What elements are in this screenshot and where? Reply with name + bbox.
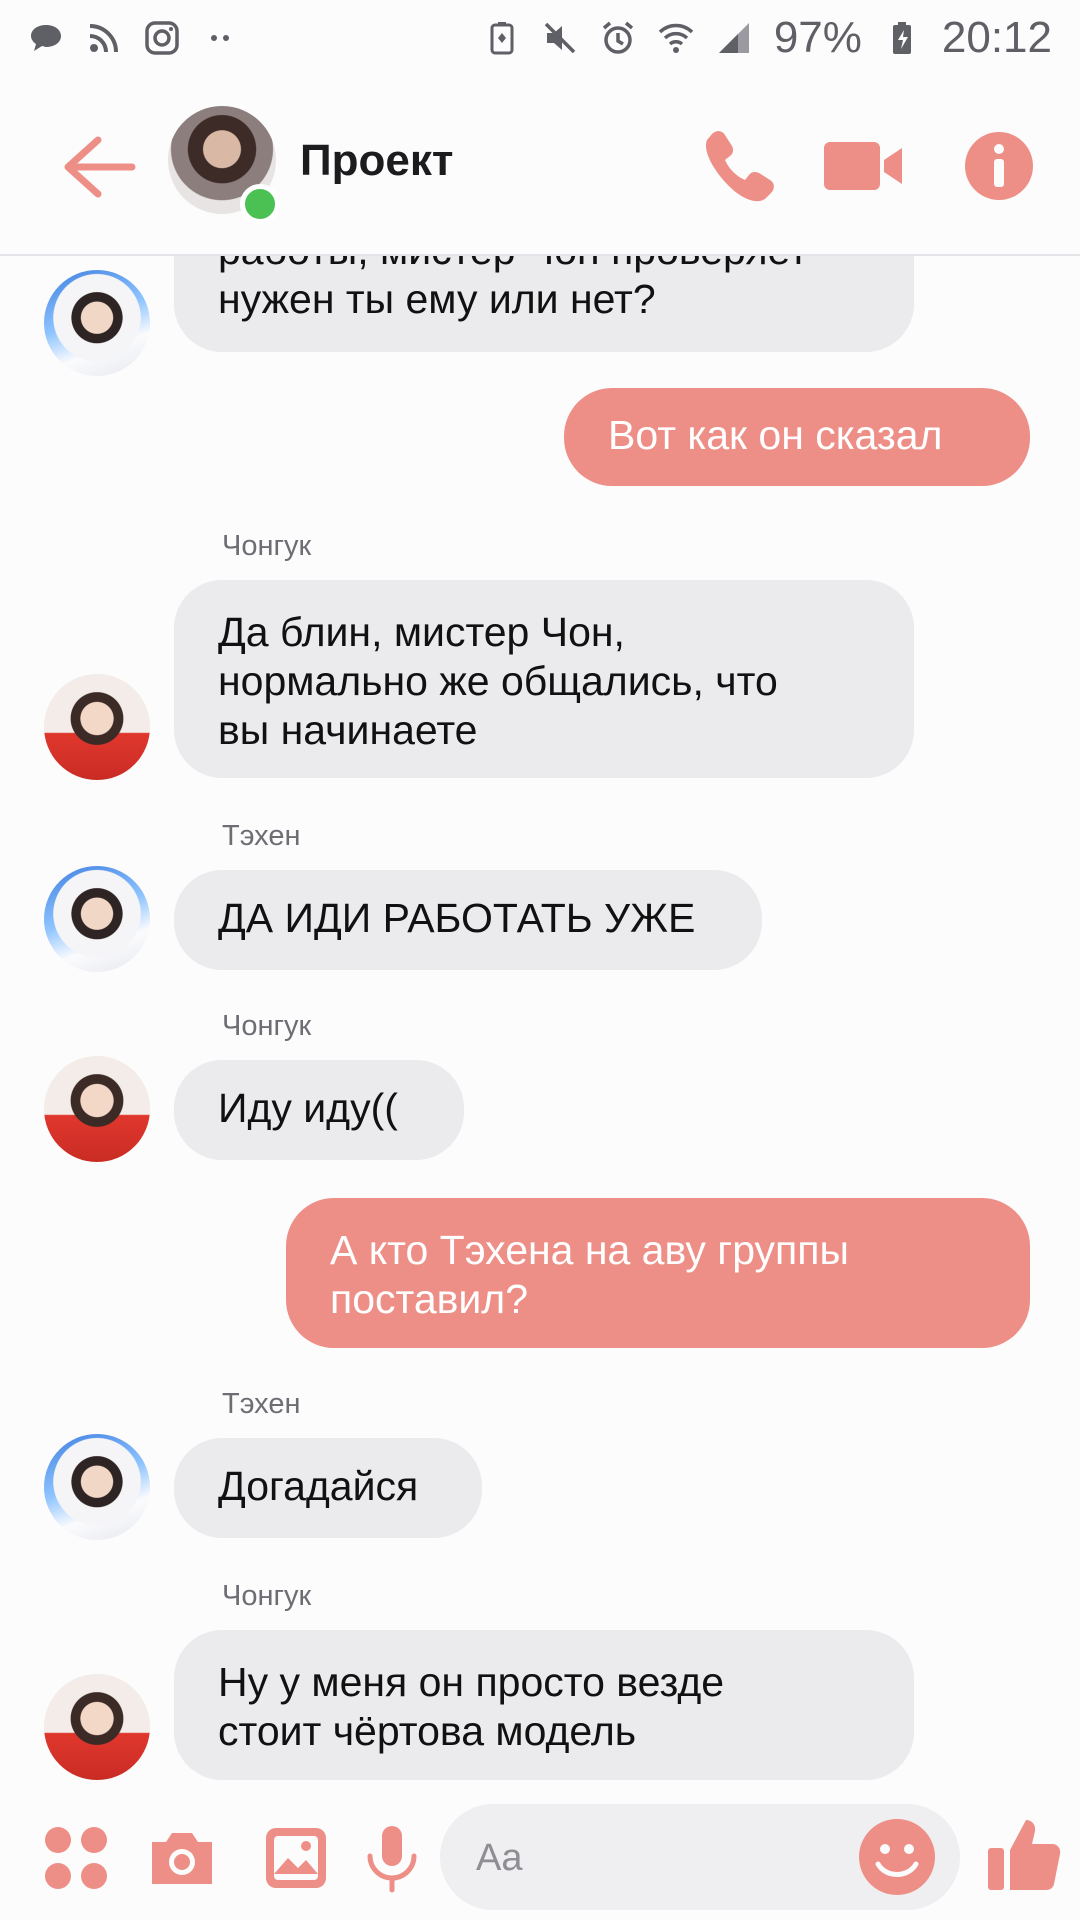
mute-icon: [544, 22, 576, 54]
battery-icon: [892, 22, 911, 54]
avatar-taehyung[interactable]: [44, 270, 150, 376]
info-icon[interactable]: [956, 126, 1042, 206]
like-thumb-icon[interactable]: [984, 1814, 1064, 1894]
alarm-icon: [602, 21, 633, 54]
message-line: нормально же общались, что: [218, 658, 778, 704]
message-bubble-incoming[interactable]: Да блин, мистер Чон, нормально же общали…: [174, 580, 914, 778]
message-bubble-outgoing[interactable]: А кто Тэхена на аву группы поставил?: [286, 1198, 1030, 1348]
message-input[interactable]: [474, 1830, 838, 1886]
message-line: нужен ты ему или нет?: [218, 276, 656, 322]
sender-name: Чонгук: [222, 530, 312, 562]
message-line: Вот как он сказал: [608, 412, 943, 458]
message-list[interactable]: работы, мистер Чон проверяет нужен ты ем…: [0, 254, 1080, 1794]
clock: 20:12: [941, 13, 1052, 62]
message-line: вы начинаете: [218, 707, 478, 753]
sender-name: Чонгук: [222, 1580, 312, 1612]
avatar-jungkook[interactable]: [44, 674, 150, 780]
battery-percent: 97%: [773, 13, 862, 62]
message-bubble-incoming[interactable]: работы, мистер Чон проверяет нужен ты ем…: [174, 254, 914, 352]
status-bar: 97% 20:12: [0, 0, 1080, 76]
avatar-jungkook[interactable]: [44, 1056, 150, 1162]
sender-name: Тэхен: [222, 1388, 301, 1420]
message-line: работы, мистер Чон проверяет: [218, 254, 870, 275]
video-call-icon[interactable]: [820, 126, 906, 206]
message-bubble-incoming[interactable]: ДА ИДИ РАБОТАТЬ УЖЕ: [174, 870, 762, 970]
rss-icon: [89, 24, 118, 53]
gallery-icon[interactable]: [260, 1822, 332, 1894]
message-line: Да блин, мистер Чон,: [218, 609, 625, 655]
message-input-container[interactable]: [440, 1804, 960, 1910]
status-right: 97% 20:12: [484, 13, 1052, 63]
online-indicator: [240, 184, 280, 224]
back-arrow-icon[interactable]: [58, 132, 138, 202]
conversation-title[interactable]: Проект: [300, 136, 453, 186]
message-bubble-incoming[interactable]: Иду иду((: [174, 1060, 464, 1160]
composer-bar: [0, 1794, 1080, 1920]
message-bubble-incoming[interactable]: Догадайся: [174, 1438, 482, 1538]
message-bubble-incoming[interactable]: Ну у меня он просто везде стоит чёртова …: [174, 1630, 914, 1780]
message-line: Догадайся: [218, 1463, 419, 1509]
microphone-icon[interactable]: [356, 1822, 428, 1894]
message-line: поставил?: [330, 1276, 529, 1322]
message-line: стоит чёртова модель: [218, 1708, 637, 1754]
instagram-icon: [145, 21, 179, 55]
message-line: Ну у меня он просто везде: [218, 1659, 725, 1705]
avatar-taehyung[interactable]: [44, 866, 150, 972]
message-line: Иду иду((: [218, 1085, 398, 1131]
apps-grid-icon[interactable]: [40, 1822, 112, 1894]
battery-saver-icon: [490, 22, 514, 55]
conversation-header: Проект: [0, 76, 1080, 256]
wifi-icon: [658, 23, 694, 53]
more-dots-icon: [211, 35, 229, 41]
signal-icon: [718, 23, 749, 53]
message-line: А кто Тэхена на аву группы: [330, 1227, 849, 1273]
camera-icon[interactable]: [146, 1822, 218, 1894]
messages-icon: [31, 25, 61, 51]
message-line: ДА ИДИ РАБОТАТЬ УЖЕ: [218, 895, 696, 941]
message-bubble-outgoing[interactable]: Вот как он сказал: [564, 388, 1030, 486]
phone-icon[interactable]: [698, 126, 784, 206]
sender-name: Тэхен: [222, 820, 301, 852]
sender-name: Чонгук: [222, 1010, 312, 1042]
status-left: [28, 20, 238, 56]
avatar-jungkook[interactable]: [44, 1674, 150, 1780]
emoji-icon[interactable]: [856, 1816, 938, 1898]
avatar-taehyung[interactable]: [44, 1434, 150, 1540]
